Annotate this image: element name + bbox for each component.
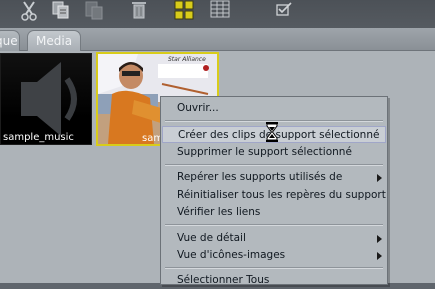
submenu-arrow-icon bbox=[377, 235, 382, 243]
menu-item-select-all[interactable]: Sélectionner Tous bbox=[162, 272, 386, 289]
media-item-name: sample_music bbox=[3, 132, 74, 143]
menu-item-delete-media[interactable]: Supprimer le support sélectionné bbox=[162, 144, 386, 161]
menu-item-label: Repérer les supports utilisés de bbox=[177, 171, 343, 183]
copy-icon[interactable] bbox=[51, 0, 71, 20]
tab-previous[interactable]: que bbox=[0, 30, 20, 51]
menu-item-detail-view[interactable]: Vue de détail bbox=[162, 230, 386, 247]
menu-item-label: Vue de détail bbox=[177, 232, 246, 244]
trash-icon[interactable] bbox=[130, 0, 148, 22]
hourglass-cursor-icon bbox=[266, 122, 278, 142]
scissors-icon[interactable] bbox=[20, 0, 38, 22]
paste-icon[interactable] bbox=[84, 0, 104, 20]
menu-item-locate-used-media[interactable]: Repérer les supports utilisés de bbox=[162, 169, 386, 186]
menu-separator bbox=[165, 224, 383, 226]
menu-separator bbox=[165, 164, 383, 166]
menu-item-open[interactable]: Ouvrir... bbox=[162, 100, 386, 117]
menu-item-check-links[interactable]: Vérifier les liens bbox=[162, 204, 386, 221]
menu-item-reset-markers[interactable]: Réinitialiser tous les repères du suppor… bbox=[162, 187, 386, 204]
menu-separator bbox=[165, 267, 383, 269]
submenu-arrow-icon bbox=[377, 174, 382, 182]
speaker-icon bbox=[21, 62, 77, 136]
photo-caption: Star Alliance bbox=[168, 56, 206, 63]
toolbar bbox=[0, 0, 435, 30]
tab-bar: que Media bbox=[0, 28, 435, 51]
menu-item-label: Vue d'icônes-images bbox=[177, 249, 286, 261]
menu-item-thumbnail-view[interactable]: Vue d'icônes-images bbox=[162, 247, 386, 264]
grid-view-icon[interactable] bbox=[210, 0, 230, 18]
check-icon[interactable] bbox=[276, 2, 292, 16]
media-item-audio[interactable]: sample_music bbox=[0, 53, 92, 145]
thumbnail-view-icon[interactable] bbox=[174, 0, 194, 20]
tab-media[interactable]: Media bbox=[27, 30, 82, 51]
submenu-arrow-icon bbox=[377, 252, 382, 260]
